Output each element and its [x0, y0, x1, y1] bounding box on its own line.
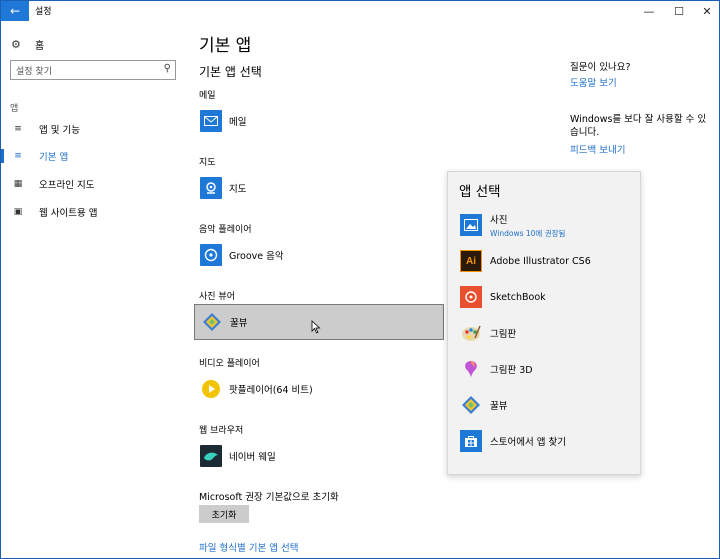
category-label-video-player: 비디오 플레이어: [199, 359, 260, 369]
sidebar-item-default-apps[interactable]: ≡ 기본 앱: [1, 146, 191, 166]
flyout-item-name: 사진: [490, 214, 508, 226]
paint3d-icon: [460, 358, 482, 380]
sidebar-item-label: 웹 사이트용 앱: [39, 208, 98, 219]
default-apps-icon: ≡: [14, 151, 22, 161]
flyout-item-name: 그림판 3D: [490, 365, 533, 376]
home-nav-item[interactable]: ⚙ 홈: [11, 37, 44, 52]
app-name: 지도: [229, 184, 247, 195]
default-app-music[interactable]: Groove 음악: [194, 237, 444, 273]
flyout-item-name: SketchBook: [490, 291, 546, 303]
photos-icon: [460, 214, 482, 236]
title-bar: ← 설정 — ☐ ✕: [1, 1, 719, 21]
section-label: 앱: [10, 104, 19, 114]
sketchbook-icon: [460, 286, 482, 308]
flyout-item-paint[interactable]: 그림판: [448, 316, 642, 350]
feedback-text: Windows를 보다 잘 사용할 수 있습니다.: [570, 114, 707, 138]
maximize-icon: ☐: [674, 4, 684, 18]
active-indicator: [1, 149, 4, 163]
default-app-video[interactable]: 팟플레이어(64 비트): [194, 371, 444, 407]
sidebar-item-offline-maps[interactable]: ▦ 오프라인 지도: [1, 174, 191, 194]
choose-app-flyout: 앱 선택 사진 Windows 10에 권장됨 Ai Adobe Illustr…: [447, 171, 641, 475]
flyout-item-illustrator[interactable]: Ai Adobe Illustrator CS6: [448, 244, 642, 278]
sidebar-item-web-apps[interactable]: ▣ 웹 사이트용 앱: [1, 202, 191, 222]
sidebar-item-label: 오프라인 지도: [39, 180, 95, 191]
default-app-maps[interactable]: 지도: [194, 170, 444, 206]
illustrator-icon: Ai: [460, 250, 482, 272]
gear-icon: ⚙: [11, 38, 21, 51]
whale-icon: [200, 445, 222, 467]
file-type-defaults-link[interactable]: 파일 형식별 기본 앱 선택: [199, 540, 298, 554]
flyout-title: 앱 선택: [459, 184, 501, 200]
sidebar-item-apps-features[interactable]: ≡ 앱 및 기능: [1, 119, 191, 139]
default-app-browser[interactable]: 네이버 웨일: [194, 438, 444, 474]
mail-icon: [200, 110, 222, 132]
category-label-music: 음악 플레이어: [199, 225, 252, 235]
flyout-item-name: 스토어에서 앱 찾기: [490, 437, 566, 448]
search-input[interactable]: 설정 찾기 ⚲: [10, 60, 176, 80]
flyout-item-store[interactable]: 스토어에서 앱 찾기: [448, 424, 642, 458]
app-name: 팟플레이어(64 비트): [229, 385, 313, 396]
flyout-item-paint3d[interactable]: 그림판 3D: [448, 352, 642, 386]
app-name: 꿀뷰: [230, 318, 248, 329]
groove-icon: [200, 244, 222, 266]
recommended-label: Windows 10에 권장됨: [490, 228, 566, 238]
maps-icon: [200, 177, 222, 199]
maximize-button[interactable]: ☐: [665, 1, 693, 21]
flyout-item-name: Adobe Illustrator CS6: [490, 255, 591, 267]
list-icon: ≡: [14, 124, 22, 134]
back-button[interactable]: ←: [1, 1, 29, 21]
section-title: 기본 앱 선택: [199, 65, 262, 79]
help-link[interactable]: 도움말 보기: [570, 75, 617, 89]
flyout-item-sketchbook[interactable]: SketchBook: [448, 280, 642, 314]
feedback-link[interactable]: 피드백 보내기: [570, 142, 625, 156]
settings-window: ← 설정 — ☐ ✕ ⚙ 홈 설정 찾기 ⚲ 앱 ≡ 앱 및 기능 ≡ 기본 앱…: [0, 0, 720, 559]
flyout-item-honeyview[interactable]: 꿀뷰: [448, 388, 642, 422]
app-name: Groove 음악: [229, 251, 284, 262]
paint-icon: [460, 322, 482, 344]
close-button[interactable]: ✕: [693, 1, 719, 21]
honeyview-icon: [201, 311, 223, 333]
category-label-mail: 메일: [199, 91, 216, 101]
category-label-photo-viewer: 사진 뷰어: [199, 292, 235, 302]
back-arrow-icon: ←: [9, 4, 21, 18]
category-label-maps: 지도: [199, 158, 216, 168]
default-app-mail[interactable]: 메일: [194, 103, 444, 139]
sidebar: ⚙ 홈 설정 찾기 ⚲ 앱 ≡ 앱 및 기능 ≡ 기본 앱 ▦ 오프라인 지도 …: [1, 21, 191, 558]
store-icon: [460, 430, 482, 452]
mouse-cursor-icon: [311, 320, 321, 334]
search-icon[interactable]: ⚲: [164, 63, 171, 74]
reset-button[interactable]: 초기화: [199, 505, 249, 523]
map-icon: ▦: [13, 179, 23, 189]
flyout-item-photos[interactable]: 사진 Windows 10에 권장됨: [448, 208, 642, 242]
reset-label: Microsoft 권장 기본값으로 초기화: [199, 492, 339, 503]
page-title: 기본 앱: [199, 36, 252, 56]
minimize-button[interactable]: —: [635, 1, 663, 21]
sidebar-item-label: 앱 및 기능: [39, 125, 80, 136]
web-app-icon: ▣: [13, 207, 23, 217]
potplayer-icon: [200, 378, 222, 400]
app-name: 네이버 웨일: [229, 452, 276, 463]
honeyview-icon: [460, 394, 482, 416]
flyout-item-name: 그림판: [490, 329, 517, 340]
category-label-browser: 웹 브라우저: [199, 426, 244, 436]
search-placeholder: 설정 찾기: [16, 67, 52, 77]
flyout-item-name: 꿀뷰: [490, 401, 508, 412]
window-title: 설정: [35, 7, 52, 17]
home-label: 홈: [35, 41, 45, 52]
app-name: 메일: [229, 117, 247, 128]
minimize-icon: —: [643, 4, 655, 18]
close-icon: ✕: [702, 4, 712, 18]
help-question: 질문이 있나요?: [570, 62, 631, 73]
sidebar-item-label: 기본 앱: [39, 152, 69, 163]
